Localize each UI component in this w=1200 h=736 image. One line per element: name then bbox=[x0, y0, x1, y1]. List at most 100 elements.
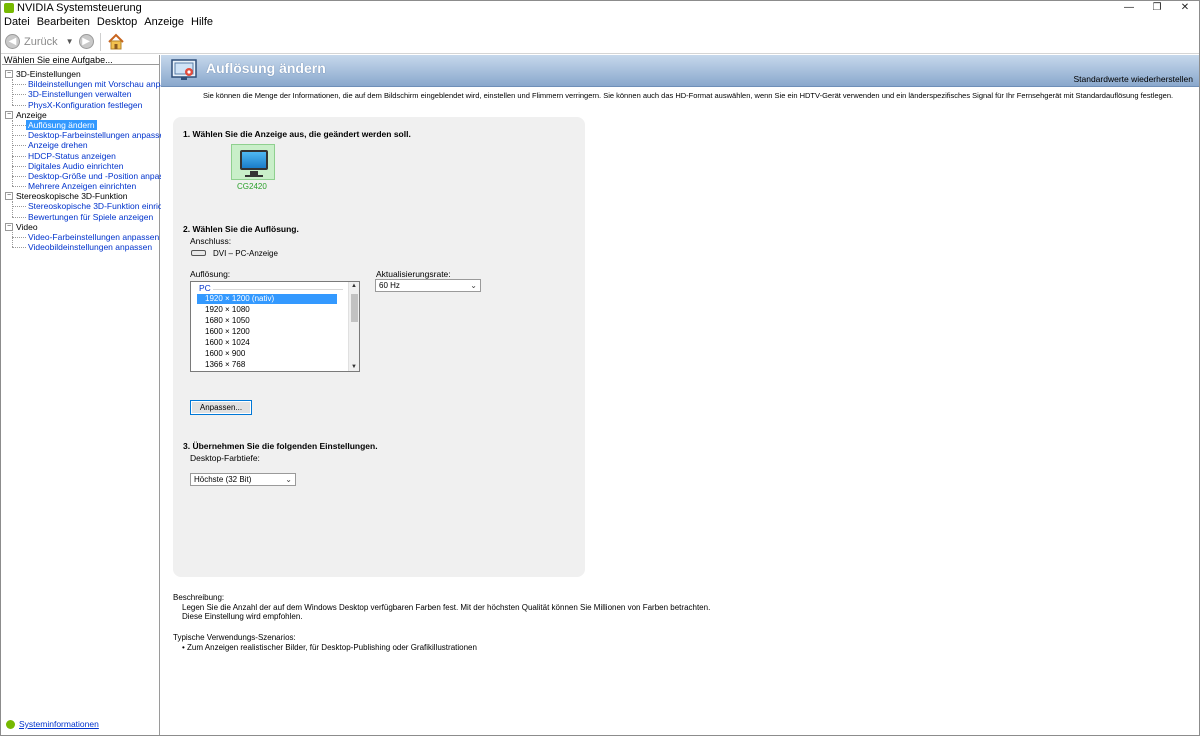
resolution-listbox[interactable]: PC 1920 × 1200 (nativ) 1920 × 1080 1680 … bbox=[190, 281, 360, 372]
back-arrow-icon[interactable]: ◀ bbox=[5, 34, 20, 49]
step-1-title: 1. Wählen Sie die Anzeige aus, die geänd… bbox=[183, 129, 411, 139]
connection-label: Anschluss: bbox=[190, 236, 232, 246]
system-info-link[interactable]: Systeminformationen bbox=[19, 719, 99, 729]
menu-datei[interactable]: Datei bbox=[4, 15, 34, 29]
resolution-option[interactable]: 1366 × 768 bbox=[197, 360, 337, 370]
collapse-icon[interactable]: − bbox=[5, 70, 13, 78]
tree-branch-3d: Bildeinstellungen mit Vorschau anpassen … bbox=[2, 79, 183, 110]
collapse-icon[interactable]: − bbox=[5, 110, 13, 119]
content-pane: Auflösung ändern Standardwerte wiederher… bbox=[161, 55, 1199, 735]
display-settings-icon bbox=[171, 59, 197, 80]
nvidia-app-icon bbox=[4, 3, 14, 13]
scroll-down-icon[interactable]: ▼ bbox=[351, 364, 357, 370]
color-depth-label: Desktop-Farbtiefe: bbox=[190, 453, 260, 463]
resolution-group-pc: PC bbox=[199, 283, 211, 293]
tree-category-label: 3D-Einstellungen bbox=[16, 69, 81, 79]
customize-button[interactable]: Anpassen... bbox=[190, 400, 252, 415]
step-3-title: 3. Übernehmen Sie die folgenden Einstell… bbox=[183, 441, 378, 451]
tree-category-3d[interactable]: −3D-Einstellungen bbox=[2, 69, 159, 79]
history-dropdown-icon[interactable]: ▼ bbox=[66, 37, 74, 46]
page-title: Auflösung ändern bbox=[206, 60, 326, 76]
resolution-scrollbar[interactable]: ▲ ▼ bbox=[348, 282, 359, 371]
window-title: NVIDIA Systemsteuerung bbox=[17, 2, 142, 14]
group-divider bbox=[213, 289, 343, 290]
color-depth-select[interactable]: Höchste (32 Bit) ⌄ bbox=[190, 473, 296, 486]
collapse-icon[interactable]: − bbox=[5, 222, 13, 231]
tree-item-physx[interactable]: PhysX-Konfiguration festlegen bbox=[2, 100, 159, 110]
display-name: CG2420 bbox=[237, 182, 267, 191]
task-header: Wählen Sie eine Aufgabe... bbox=[2, 55, 159, 65]
tree-item-label: Mehrere Anzeigen einrichten bbox=[28, 181, 137, 192]
tree-item-label: Digitales Audio einrichten bbox=[28, 160, 124, 171]
tree-item-videobild[interactable]: Videobildeinstellungen anpassen bbox=[2, 242, 159, 252]
tree-branch-stereo: Stereoskopische 3D-Funktion einrichten B… bbox=[2, 201, 179, 222]
description-section: Beschreibung: Legen Sie die Anzahl der a… bbox=[173, 593, 710, 622]
dvi-connector-icon bbox=[191, 250, 206, 256]
tree-item-aufloesung[interactable]: Auflösung ändern bbox=[2, 119, 159, 130]
resolution-option[interactable]: 1920 × 1200 (nativ) bbox=[197, 294, 337, 304]
scroll-up-icon[interactable]: ▲ bbox=[351, 283, 357, 289]
tree-item-farbeinstellungen[interactable]: Desktop-Farbeinstellungen anpassen bbox=[2, 130, 169, 140]
info-icon bbox=[6, 719, 15, 729]
close-button[interactable]: ✕ bbox=[1171, 1, 1199, 15]
tree-item-label: Video-Farbeinstellungen anpassen bbox=[28, 232, 160, 242]
tree-item-video-farbe[interactable]: Video-Farbeinstellungen anpassen bbox=[2, 232, 159, 242]
forward-arrow-icon[interactable]: ▶ bbox=[78, 34, 94, 49]
description-line-2: Diese Einstellung wird empfohlen. bbox=[182, 612, 303, 621]
title-bar: NVIDIA Systemsteuerung — ❐ ✕ bbox=[1, 1, 1199, 15]
tree-item-groesse[interactable]: Desktop-Größe und -Position anpassen bbox=[2, 171, 177, 181]
tree-category-anzeige[interactable]: − Anzeige bbox=[2, 110, 159, 120]
tree-branch-video: Video-Farbeinstellungen anpassen Videobi… bbox=[2, 232, 159, 252]
tree-item-mehrere[interactable]: Mehrere Anzeigen einrichten bbox=[2, 181, 159, 191]
tree-item-bildeinstellungen[interactable]: Bildeinstellungen mit Vorschau anpassen bbox=[2, 79, 183, 89]
description-label: Beschreibung: bbox=[173, 593, 225, 602]
tree-category-label: Stereoskopische 3D-Funktion bbox=[16, 191, 128, 202]
refresh-rate-value: 60 Hz bbox=[379, 281, 400, 290]
restore-button[interactable]: ❐ bbox=[1143, 1, 1171, 15]
tree-item-3d-verwalten[interactable]: 3D-Einstellungen verwalten bbox=[2, 89, 159, 99]
resolution-option[interactable]: 1920 × 1080 bbox=[197, 305, 337, 315]
tree-item-stereo-einrichten[interactable]: Stereoskopische 3D-Funktion einrichten bbox=[2, 201, 179, 211]
tree-item-label: 3D-Einstellungen verwalten bbox=[28, 89, 132, 100]
collapse-icon[interactable]: − bbox=[5, 192, 13, 201]
menu-hilfe[interactable]: Hilfe bbox=[191, 15, 217, 29]
chevron-down-icon: ⌄ bbox=[470, 281, 477, 290]
tree-item-label: Anzeige drehen bbox=[28, 140, 88, 151]
tree-category-video[interactable]: − Video bbox=[2, 222, 159, 232]
resolution-option[interactable]: 1680 × 1050 bbox=[197, 316, 337, 326]
toolbar: ◀ Zurück ▼ ▶ bbox=[1, 30, 1199, 54]
resolution-label: Auflösung: bbox=[190, 269, 231, 279]
tree-category-label: Anzeige bbox=[16, 109, 47, 120]
tree-item-label: Bewertungen für Spiele anzeigen bbox=[28, 211, 154, 222]
display-tile[interactable] bbox=[231, 144, 275, 180]
tree-item-hdcp[interactable]: HDCP-Status anzeigen bbox=[2, 151, 159, 161]
menu-anzeige[interactable]: Anzeige bbox=[144, 15, 188, 29]
resolution-option[interactable]: 1600 × 1024 bbox=[197, 338, 337, 348]
monitor-icon bbox=[240, 150, 268, 170]
usage-item: • Zum Anzeigen realistischer Bilder, für… bbox=[182, 642, 477, 652]
chevron-down-icon: ⌄ bbox=[285, 475, 292, 484]
tree-category-stereo[interactable]: − Stereoskopische 3D-Funktion bbox=[2, 191, 159, 201]
menu-bar: Datei Bearbeiten Desktop Anzeige Hilfe bbox=[1, 15, 1199, 29]
intro-text: Sie können die Menge der Informationen, … bbox=[203, 91, 1174, 100]
resolution-option[interactable]: 1600 × 900 bbox=[197, 349, 337, 359]
refresh-rate-select[interactable]: 60 Hz ⌄ bbox=[375, 279, 481, 292]
window-controls: — ❐ ✕ bbox=[1115, 1, 1199, 15]
resolution-option[interactable]: 1600 × 1200 bbox=[197, 327, 337, 337]
tree-item-label: HDCP-Status anzeigen bbox=[28, 150, 116, 161]
tree-item-label: Desktop-Farbeinstellungen anpassen bbox=[28, 130, 169, 141]
home-icon[interactable] bbox=[107, 33, 125, 51]
tree-item-drehen[interactable]: Anzeige drehen bbox=[2, 140, 159, 150]
system-info: Systeminformationen bbox=[6, 719, 99, 729]
restore-defaults-link[interactable]: Standardwerte wiederherstellen bbox=[1073, 74, 1193, 84]
back-button-label[interactable]: Zurück bbox=[24, 36, 58, 48]
tree-item-audio[interactable]: Digitales Audio einrichten bbox=[2, 161, 159, 171]
minimize-button[interactable]: — bbox=[1115, 1, 1143, 15]
monitor-base bbox=[245, 175, 263, 177]
nvidia-window: NVIDIA Systemsteuerung — ❐ ✕ Datei Bearb… bbox=[0, 0, 1200, 736]
menu-desktop[interactable]: Desktop bbox=[97, 15, 141, 29]
menu-bearbeiten[interactable]: Bearbeiten bbox=[37, 15, 94, 29]
task-tree: −3D-Einstellungen Bildeinstellungen mit … bbox=[2, 65, 183, 252]
tree-item-bewertungen[interactable]: Bewertungen für Spiele anzeigen bbox=[2, 212, 159, 222]
scroll-thumb[interactable] bbox=[351, 294, 358, 322]
